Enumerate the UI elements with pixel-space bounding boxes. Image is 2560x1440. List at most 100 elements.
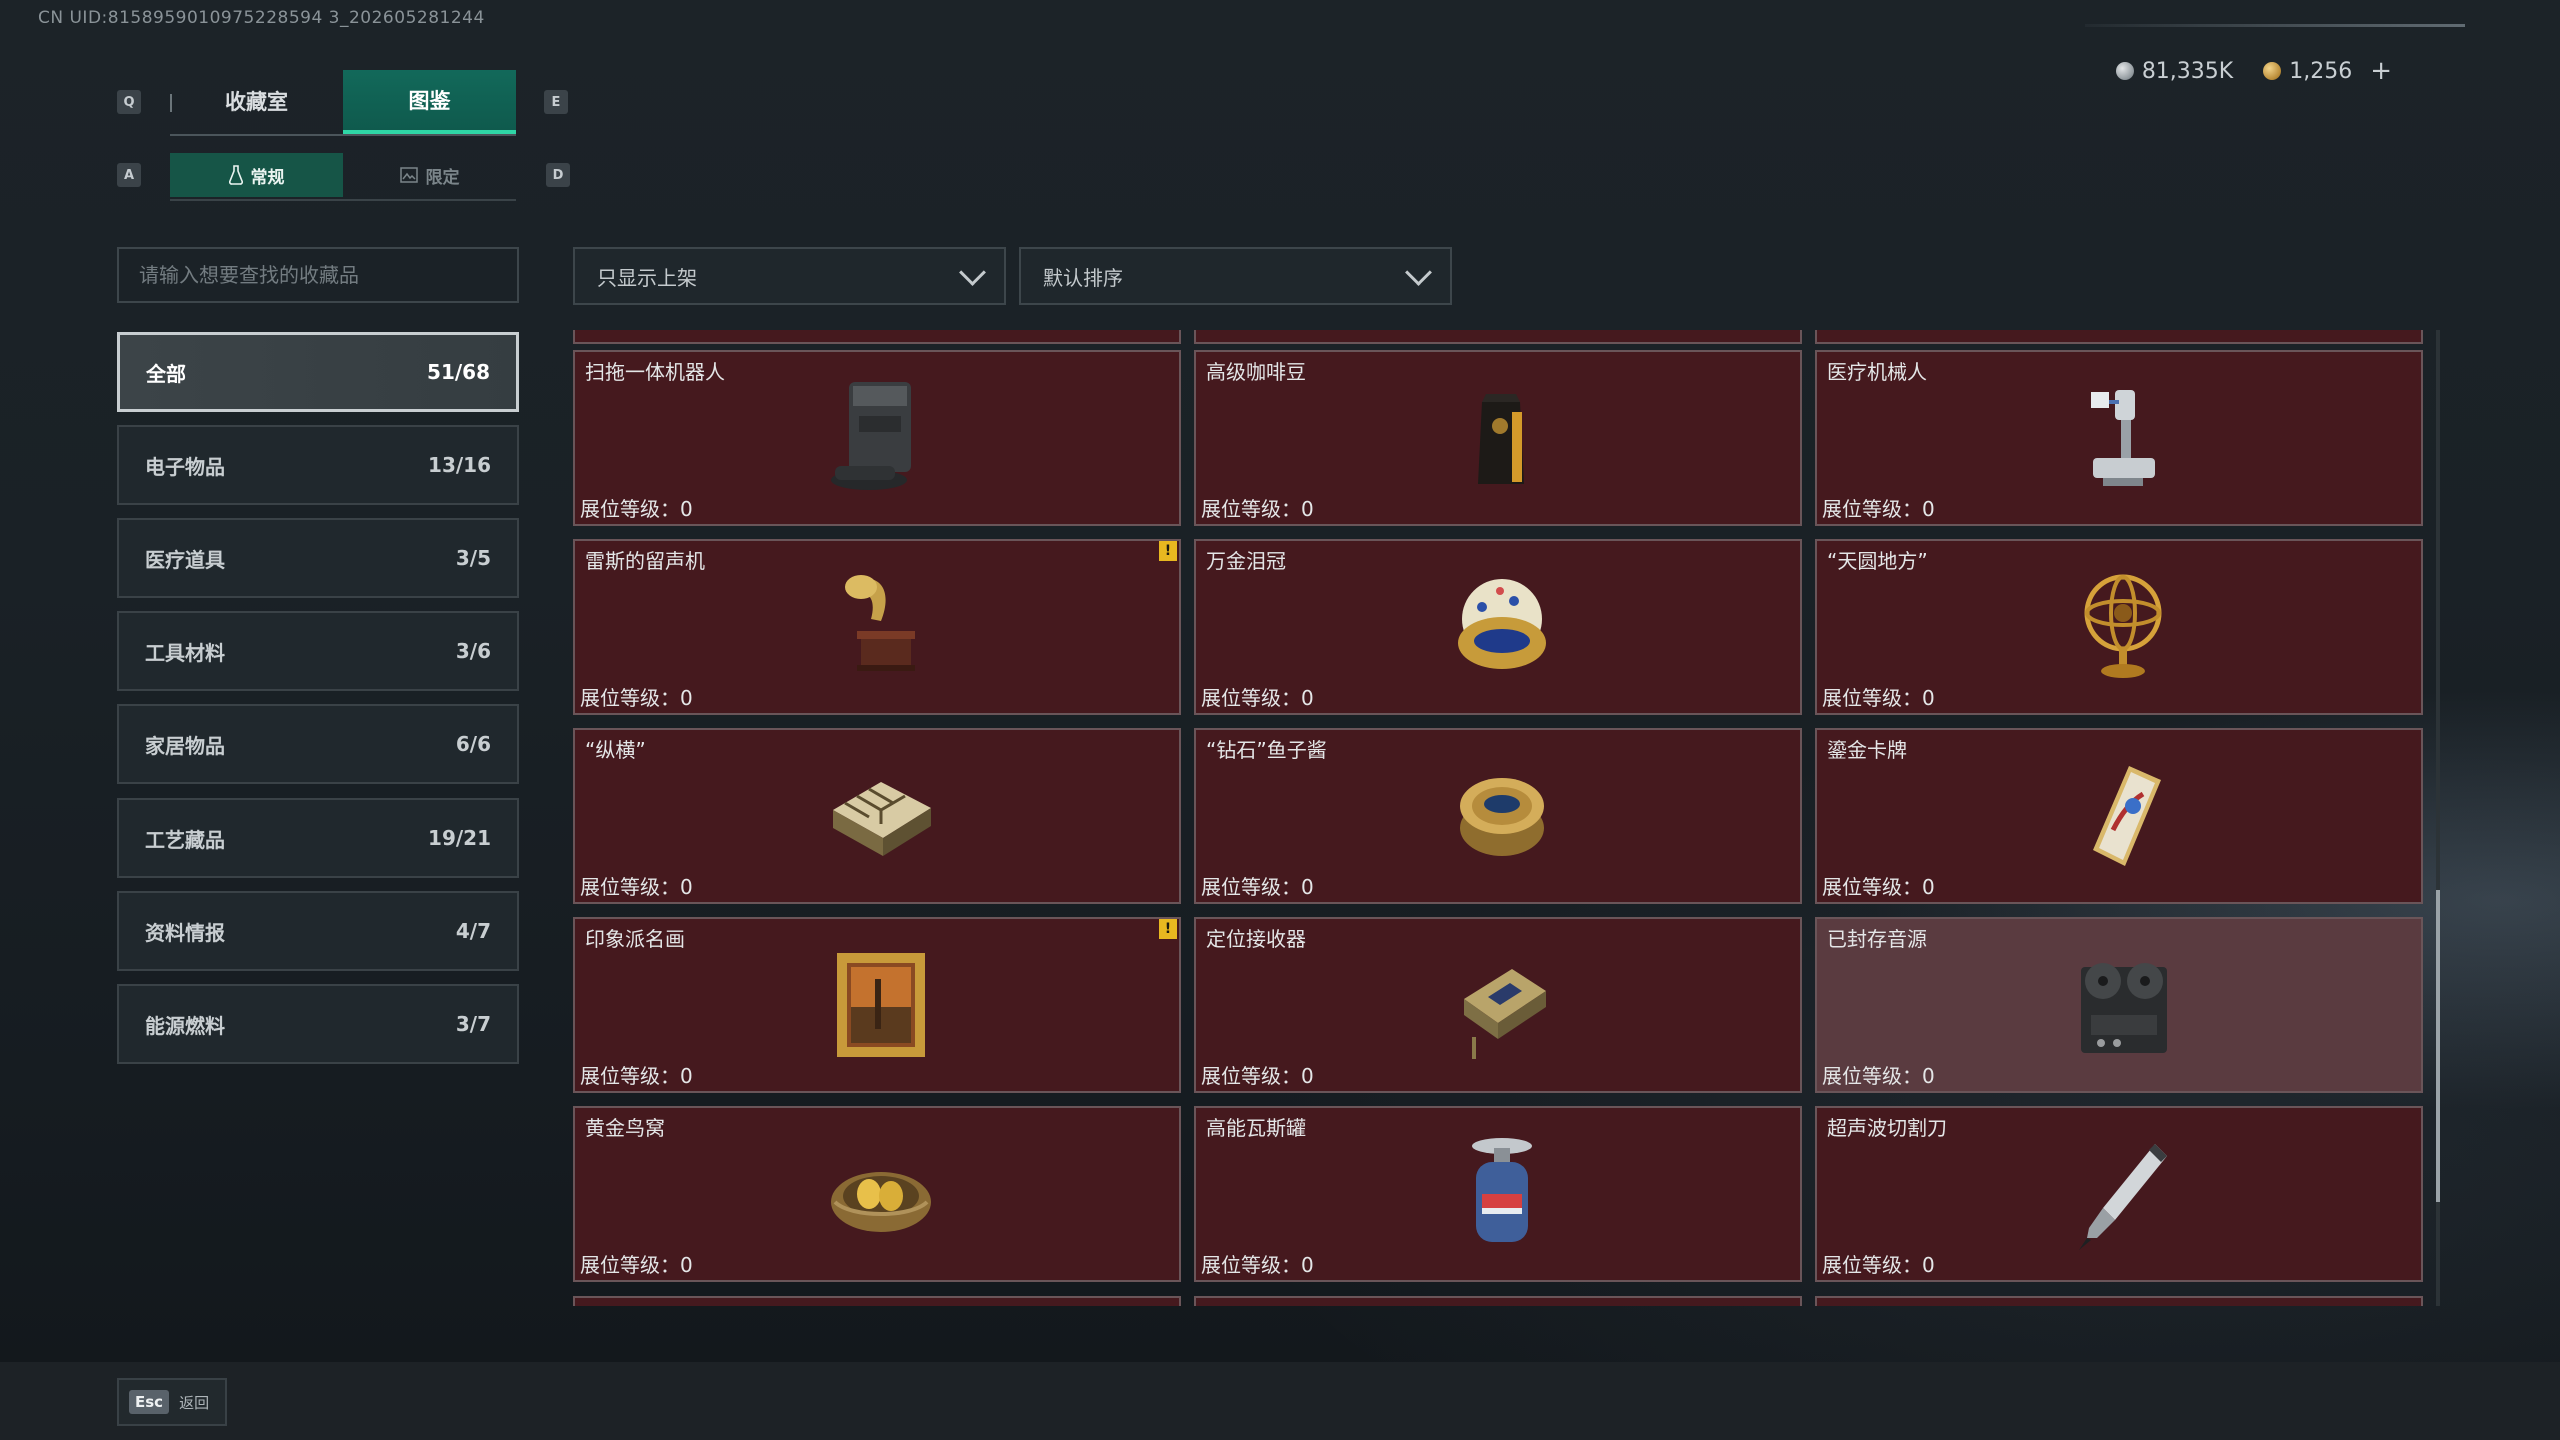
item-card-golden-nest[interactable]: 黄金鸟窝 展位等级：0 — [573, 1106, 1181, 1282]
level-value: 0 — [1301, 686, 1314, 710]
subtab-label: 常规 — [250, 167, 285, 188]
category-household[interactable]: 家居物品 6/6 — [117, 704, 519, 784]
subtab-regular[interactable]: 常规 — [170, 153, 343, 197]
partial-item-card[interactable] — [1194, 330, 1802, 344]
level-label: 展位等级： — [1201, 686, 1301, 710]
add-currency-button[interactable]: + — [2370, 56, 2392, 86]
item-name: 医疗机械人 — [1827, 360, 1927, 384]
item-card-robot-vacuum[interactable]: 扫拖一体机器人 展位等级：0 — [573, 350, 1181, 526]
level-value: 0 — [1301, 1253, 1314, 1277]
gold-coin-icon — [2263, 62, 2282, 80]
item-level: 展位等级：0 — [1822, 1249, 1935, 1278]
partial-item-card[interactable] — [1815, 1296, 2423, 1306]
tab-divider — [170, 94, 172, 112]
category-count: 3/7 — [455, 1012, 491, 1036]
level-value: 0 — [680, 686, 693, 710]
item-name: “钻石”鱼子酱 — [1206, 738, 1327, 762]
item-name: 已封存音源 — [1827, 927, 1927, 951]
item-name: 超声波切割刀 — [1827, 1116, 1947, 1140]
level-value: 0 — [1301, 497, 1314, 521]
category-electronics[interactable]: 电子物品 13/16 — [117, 425, 519, 505]
partial-item-card[interactable] — [1815, 330, 2423, 344]
item-card-receiver[interactable]: 定位接收器 展位等级：0 — [1194, 917, 1802, 1093]
item-card-gold-card[interactable]: 鎏金卡牌 展位等级：0 — [1815, 728, 2423, 904]
esc-key-hint: Esc — [129, 1390, 170, 1414]
item-card-caviar[interactable]: “钻石”鱼子酱 展位等级：0 — [1194, 728, 1802, 904]
category-label: 能源燃料 — [145, 1013, 225, 1038]
level-value: 0 — [1301, 875, 1314, 899]
item-name: 鎏金卡牌 — [1827, 738, 1907, 762]
category-count: 4/7 — [455, 919, 491, 943]
category-label: 工具材料 — [145, 640, 225, 665]
category-energy[interactable]: 能源燃料 3/7 — [117, 984, 519, 1064]
item-card-jeweled-egg[interactable]: 万金泪冠 展位等级：0 — [1194, 539, 1802, 715]
key-hint-e[interactable]: E — [544, 90, 568, 114]
item-level: 展位等级：0 — [1201, 682, 1314, 711]
item-card-coffee-beans[interactable]: 高级咖啡豆 展位等级：0 — [1194, 350, 1802, 526]
chess-box-icon — [833, 782, 931, 856]
item-card-ultrasonic-knife[interactable]: 超声波切割刀 展位等级：0 — [1815, 1106, 2423, 1282]
item-level: 展位等级：0 — [1201, 493, 1314, 522]
tab-catalog[interactable]: 图鉴 — [343, 70, 516, 134]
level-value: 0 — [1922, 497, 1935, 521]
category-crafts[interactable]: 工艺藏品 19/21 — [117, 798, 519, 878]
back-button[interactable]: Esc 返回 — [117, 1378, 227, 1426]
item-card-chess-box[interactable]: “纵横” 展位等级：0 — [573, 728, 1181, 904]
category-label: 电子物品 — [145, 454, 225, 479]
category-medical[interactable]: 医疗道具 3/5 — [117, 518, 519, 598]
key-hint-a[interactable]: A — [117, 163, 141, 187]
sort-selected: 默认排序 — [1043, 265, 1123, 290]
silver-currency: 81,335K — [2115, 59, 2233, 84]
key-hint-d[interactable]: D — [546, 163, 570, 187]
item-name: 高能瓦斯罐 — [1206, 1116, 1306, 1140]
level-label: 展位等级： — [1201, 497, 1301, 521]
level-value: 0 — [680, 875, 693, 899]
ultrasonic-knife-icon — [2079, 1144, 2167, 1250]
level-label: 展位等级： — [1201, 875, 1301, 899]
item-card-gas-canister[interactable]: 高能瓦斯罐 展位等级：0 — [1194, 1106, 1802, 1282]
warning-badge: ! — [1159, 541, 1177, 561]
item-level: 展位等级：0 — [1822, 871, 1935, 900]
level-label: 展位等级： — [580, 875, 680, 899]
search-input[interactable] — [117, 247, 519, 303]
image-icon — [399, 167, 418, 183]
category-label: 全部 — [146, 361, 186, 386]
level-label: 展位等级： — [1822, 686, 1922, 710]
partial-item-card[interactable] — [1194, 1296, 1802, 1306]
chevron-down-icon — [959, 258, 986, 286]
level-value: 0 — [680, 497, 693, 521]
golden-nest-icon — [831, 1172, 931, 1232]
category-tools[interactable]: 工具材料 3/6 — [117, 611, 519, 691]
item-level: 展位等级：0 — [1822, 493, 1935, 522]
tab-label: 图鉴 — [408, 89, 451, 113]
flask-icon — [228, 165, 243, 185]
item-name: 扫拖一体机器人 — [585, 360, 725, 384]
jeweled-egg-icon — [1458, 579, 1546, 669]
robot-vacuum-icon — [831, 382, 911, 490]
item-card-gramophone[interactable]: 雷斯的留声机 ! 展位等级：0 — [573, 539, 1181, 715]
category-count: 3/6 — [455, 639, 491, 663]
partial-item-card[interactable] — [573, 330, 1181, 344]
gold-currency: 1,256 — [2263, 59, 2352, 84]
category-all[interactable]: 全部 51/68 — [117, 332, 519, 412]
partial-item-card[interactable] — [573, 1296, 1181, 1306]
item-level: 展位等级：0 — [1822, 682, 1935, 711]
sort-dropdown[interactable]: 默认排序 — [1019, 247, 1452, 305]
level-label: 展位等级： — [1822, 1253, 1922, 1277]
item-level: 展位等级：0 — [580, 682, 693, 711]
level-value: 0 — [1922, 875, 1935, 899]
tab-collection-room[interactable]: 收藏室 — [170, 70, 343, 132]
item-card-painting[interactable]: 印象派名画 ! 展位等级：0 — [573, 917, 1181, 1093]
level-label: 展位等级： — [1822, 1064, 1922, 1088]
coffee-bag-icon — [1478, 394, 1524, 484]
item-card-tape-recorder[interactable]: 已封存音源 展位等级：0 — [1815, 917, 2423, 1093]
level-value: 0 — [1301, 1064, 1314, 1088]
category-intel[interactable]: 资料情报 4/7 — [117, 891, 519, 971]
item-card-medical-robot[interactable]: 医疗机械人 展位等级：0 — [1815, 350, 2423, 526]
item-card-armillary[interactable]: “天圆地方” 展位等级：0 — [1815, 539, 2423, 715]
scrollbar-thumb[interactable] — [2436, 890, 2440, 1202]
key-hint-q[interactable]: Q — [117, 90, 141, 114]
filter-dropdown[interactable]: 只显示上架 — [573, 247, 1006, 305]
subtab-limited[interactable]: 限定 — [343, 153, 516, 197]
level-label: 展位等级： — [1201, 1253, 1301, 1277]
